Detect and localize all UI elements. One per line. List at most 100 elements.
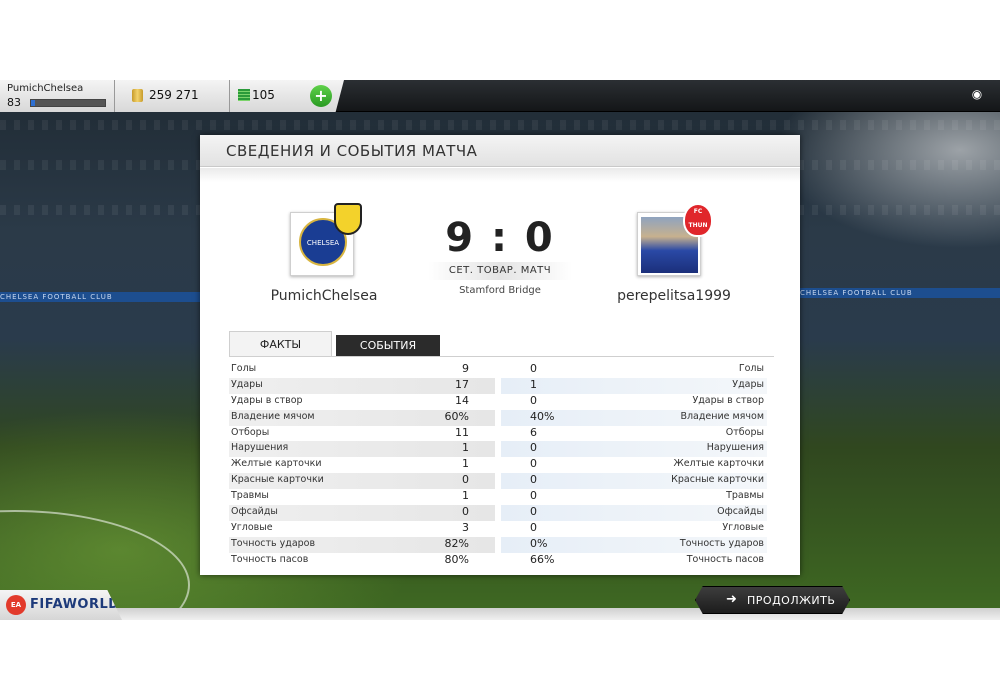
user-profile[interactable]: PumichChelsea 83 bbox=[0, 80, 115, 112]
stat-away-cell: 0 Травмы bbox=[501, 489, 767, 505]
stats-table: Голы 9 0 Голы Удары 17 1 Удары Удары в створ 14 0 У… bbox=[229, 362, 774, 569]
arrow-right-icon: ➜ bbox=[726, 592, 737, 607]
stat-away-cell: 0 Желтые карточки bbox=[501, 457, 767, 473]
stat-row: Голы 9 0 Голы bbox=[229, 362, 774, 378]
stat-name-home: Отборы bbox=[231, 426, 270, 438]
game-window: CHELSEA FOOTBALL CLUB CHELSEA FOOTBALL C… bbox=[0, 80, 1000, 620]
stat-name-away: Желтые карточки bbox=[673, 458, 764, 470]
tab-events[interactable]: СОБЫТИЯ bbox=[336, 335, 440, 357]
stat-home-value: 60% bbox=[444, 409, 469, 423]
stat-row: Желтые карточки 1 0 Желтые карточки bbox=[229, 457, 774, 473]
stat-name-away: Точность пасов bbox=[686, 553, 764, 565]
stat-away-cell: 40% Владение мячом bbox=[501, 409, 767, 426]
stat-home-value: 0 bbox=[462, 473, 469, 487]
brand-text: FIFAWORLD bbox=[30, 597, 120, 612]
points-display: 105 bbox=[230, 80, 310, 112]
stat-home-value: 11 bbox=[455, 425, 469, 439]
stat-row: Травмы 1 0 Травмы bbox=[229, 489, 774, 505]
username: PumichChelsea bbox=[7, 83, 84, 94]
stat-home-value: 17 bbox=[455, 377, 469, 391]
away-team-crest: FC THUN bbox=[637, 203, 713, 276]
stat-away-value: 0 bbox=[530, 520, 537, 534]
points-value: 105 bbox=[252, 88, 275, 102]
ea-sports-icon: EA bbox=[6, 595, 26, 615]
anzhi-badge-icon bbox=[334, 203, 362, 235]
match-score: 9 : 0 bbox=[445, 215, 555, 261]
stat-name-home: Желтые карточки bbox=[231, 458, 322, 470]
stat-home-value: 80% bbox=[444, 552, 469, 566]
stat-name-away: Красные карточки bbox=[671, 474, 764, 486]
stat-name-home: Удары bbox=[231, 378, 263, 390]
match-facts-panel: СВЕДЕНИЯ И СОБЫТИЯ МАТЧА CHELSEA PumichC… bbox=[200, 135, 800, 575]
stat-name-home: Точность ударов bbox=[231, 537, 316, 549]
stat-row: Удары в створ 14 0 Удары в створ bbox=[229, 394, 774, 410]
stat-away-value: 0 bbox=[530, 362, 537, 375]
panel-header: СВЕДЕНИЯ И СОБЫТИЯ МАТЧА bbox=[200, 135, 800, 167]
stat-name-away: Нарушения bbox=[706, 442, 764, 454]
stat-name-away: Угловые bbox=[722, 521, 764, 533]
stat-name-home: Владение мячом bbox=[231, 410, 315, 422]
tab-underline bbox=[229, 356, 774, 357]
xp-progress-fill bbox=[31, 100, 35, 106]
stat-name-home: Офсайды bbox=[231, 506, 278, 518]
stat-row: Офсайды 0 0 Офсайды bbox=[229, 505, 774, 521]
stat-name-home: Красные карточки bbox=[231, 474, 324, 486]
stadium-banner: CHELSEA FOOTBALL CLUB bbox=[800, 288, 1000, 298]
stat-away-value: 0 bbox=[530, 441, 537, 455]
stat-name-away: Точность ударов bbox=[679, 537, 764, 549]
points-icon bbox=[238, 89, 250, 101]
stat-home-cell: Угловые 3 bbox=[229, 521, 495, 537]
stat-away-cell: 0 Офсайды bbox=[501, 505, 767, 521]
top-bar: PumichChelsea 83 259 271 105 + ◉ bbox=[0, 80, 1000, 112]
fifa-world-logo: EA FIFAWORLD bbox=[0, 590, 122, 620]
stat-row: Нарушения 1 0 Нарушения bbox=[229, 441, 774, 458]
stat-away-cell: 1 Удары bbox=[501, 377, 767, 394]
stat-home-cell: Точность ударов 82% bbox=[229, 536, 495, 553]
fc-thun-badge-icon: FC THUN bbox=[683, 203, 713, 237]
plus-icon: + bbox=[310, 85, 332, 107]
stat-away-value: 0 bbox=[530, 457, 537, 471]
coins-display: 259 271 bbox=[115, 80, 230, 112]
stat-name-away: Владение мячом bbox=[680, 410, 764, 422]
continue-button[interactable]: ➜ ПРОДОЛЖИТЬ bbox=[695, 586, 850, 614]
stat-name-away: Голы bbox=[738, 363, 764, 374]
away-team-name: perepelitsa1999 bbox=[617, 288, 731, 304]
tab-facts[interactable]: ФАКТЫ bbox=[229, 331, 332, 357]
stat-away-value: 0 bbox=[530, 473, 537, 487]
stat-home-value: 1 bbox=[462, 457, 469, 471]
stat-home-cell: Голы 9 bbox=[229, 362, 495, 378]
stat-away-cell: 0 Удары в створ bbox=[501, 394, 767, 410]
add-points-button[interactable]: + bbox=[306, 80, 344, 112]
continue-label: ПРОДОЛЖИТЬ bbox=[747, 594, 836, 607]
stat-away-value: 0 bbox=[530, 505, 537, 519]
stat-name-away: Офсайды bbox=[717, 506, 764, 518]
stat-away-value: 66% bbox=[530, 552, 555, 566]
stat-home-cell: Нарушения 1 bbox=[229, 441, 495, 458]
stat-home-value: 14 bbox=[455, 393, 469, 407]
camera-icon[interactable]: ◉ bbox=[968, 87, 986, 101]
stat-name-home: Точность пасов bbox=[231, 553, 309, 565]
stat-home-cell: Удары в створ 14 bbox=[229, 394, 495, 410]
home-team-name: PumichChelsea bbox=[270, 288, 378, 304]
stat-away-value: 1 bbox=[530, 377, 537, 391]
stat-row: Красные карточки 0 0 Красные карточки bbox=[229, 473, 774, 490]
stat-name-home: Нарушения bbox=[231, 442, 289, 454]
stat-away-cell: 0 Голы bbox=[501, 362, 767, 378]
stadium-banner: CHELSEA FOOTBALL CLUB bbox=[0, 292, 200, 302]
home-team-crest: CHELSEA bbox=[290, 203, 362, 276]
stat-home-cell: Офсайды 0 bbox=[229, 505, 495, 521]
user-level: 83 bbox=[7, 96, 21, 109]
stat-home-value: 1 bbox=[462, 489, 469, 503]
stat-away-cell: 0 Нарушения bbox=[501, 441, 767, 458]
stat-home-cell: Отборы 11 bbox=[229, 426, 495, 442]
stat-away-cell: 0% Точность ударов bbox=[501, 536, 767, 553]
stat-home-value: 9 bbox=[462, 362, 469, 375]
stat-row: Владение мячом 60% 40% Владение мячом bbox=[229, 409, 774, 426]
stat-name-home: Голы bbox=[231, 363, 257, 374]
stat-away-value: 40% bbox=[530, 409, 555, 423]
stand-row bbox=[0, 120, 1000, 130]
stat-home-cell: Удары 17 bbox=[229, 377, 495, 394]
match-venue: Stamford Bridge bbox=[459, 285, 541, 296]
stat-row: Точность пасов 80% 66% Точность пасов bbox=[229, 553, 774, 569]
stat-name-home: Угловые bbox=[231, 521, 273, 533]
